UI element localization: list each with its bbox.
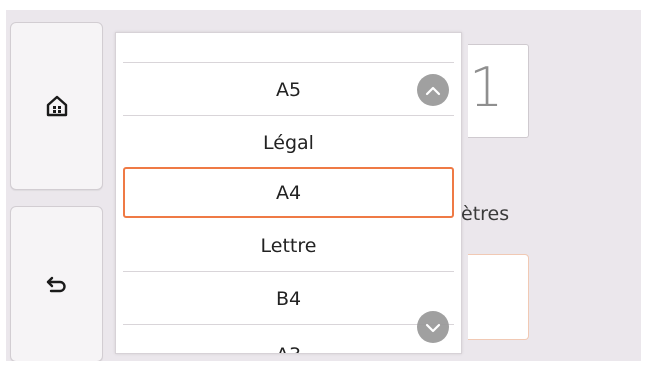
- list-item-lettre[interactable]: Lettre: [123, 220, 454, 271]
- list-item-a4-selected[interactable]: A4: [123, 167, 454, 218]
- list-item-b4[interactable]: B4: [123, 273, 454, 324]
- list-divider: [123, 271, 454, 272]
- list-divider: [123, 115, 454, 116]
- back-arrow-icon: [46, 275, 68, 293]
- list-divider: [123, 62, 454, 63]
- setting-label: ètres: [461, 203, 510, 225]
- list-item-a3[interactable]: A3: [123, 329, 454, 354]
- back-button[interactable]: [10, 206, 103, 361]
- copies-value: 1: [469, 56, 504, 119]
- paper-size-list[interactable]: A5 Légal A4 Lettre B4 A3: [115, 32, 462, 354]
- list-item-a5[interactable]: A5: [123, 64, 454, 115]
- home-icon: [46, 95, 68, 117]
- chevron-up-icon: [425, 81, 441, 100]
- scroll-up-button[interactable]: [417, 74, 449, 106]
- setting-field: [468, 254, 529, 340]
- list-item-legal[interactable]: Légal: [123, 117, 454, 168]
- touch-screen: 1 ètres A5 Légal A4 Lettre B4 A3: [6, 10, 641, 361]
- chevron-down-icon: [425, 318, 441, 337]
- home-button[interactable]: [10, 22, 103, 190]
- scroll-down-button[interactable]: [417, 311, 449, 343]
- list-divider: [123, 324, 454, 325]
